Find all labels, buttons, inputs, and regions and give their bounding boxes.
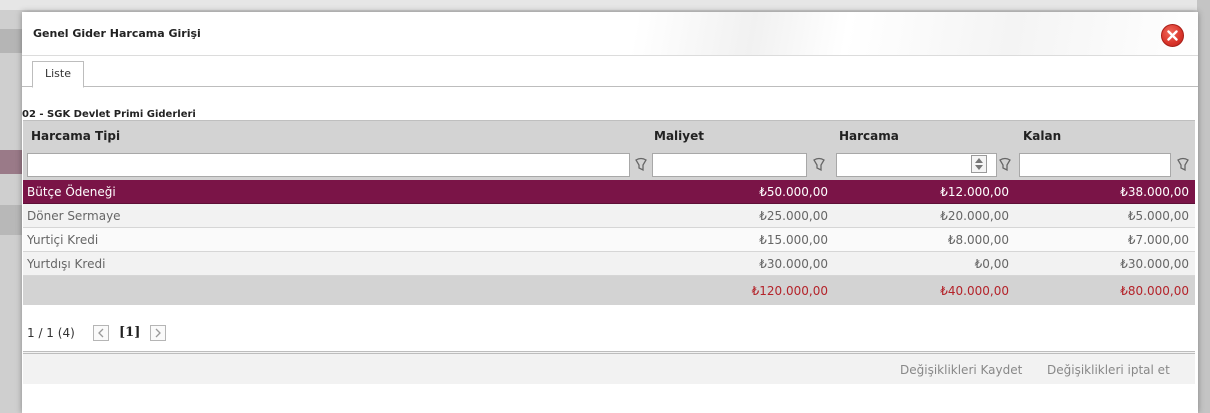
cell-harcama-tipi: Döner Sermaye <box>27 209 121 223</box>
cell-harcama: ₺0,00 <box>974 257 1009 271</box>
spinner-icon[interactable] <box>971 155 987 173</box>
cell-kalan: ₺7.000,00 <box>1127 233 1189 247</box>
section-title: 02 - SGK Devlet Primi Giderleri <box>22 109 196 120</box>
table-row[interactable]: Bütçe Ödeneği ₺50.000,00 ₺12.000,00 ₺38.… <box>23 180 1195 204</box>
tab-liste[interactable]: Liste <box>32 61 84 88</box>
cell-kalan: ₺38.000,00 <box>1120 185 1189 199</box>
filter-icon[interactable] <box>1176 157 1190 173</box>
dialog-footer: Değişiklikleri Kaydet Değişiklikleri ipt… <box>23 351 1195 384</box>
next-page-button[interactable] <box>150 325 166 341</box>
cell-kalan: ₺5.000,00 <box>1127 209 1189 223</box>
chevron-right-icon <box>155 328 161 338</box>
dialog-title: Genel Gider Harcama Girişi <box>33 27 201 40</box>
table-row[interactable]: Yurtiçi Kredi ₺15.000,00 ₺8.000,00 ₺7.00… <box>23 228 1195 252</box>
backdrop-edge <box>1197 0 1210 413</box>
table-row[interactable]: Yurtdışı Kredi ₺30.000,00 ₺0,00 ₺30.000,… <box>23 252 1195 276</box>
column-header-harcama[interactable]: Harcama <box>839 129 899 143</box>
save-changes-button[interactable]: Değişiklikleri Kaydet <box>900 363 1022 377</box>
table-row[interactable]: Döner Sermaye ₺25.000,00 ₺20.000,00 ₺5.0… <box>23 204 1195 228</box>
column-header-kalan[interactable]: Kalan <box>1023 129 1061 143</box>
tab-bar: Liste <box>22 56 1198 88</box>
cell-maliyet: ₺15.000,00 <box>759 233 828 247</box>
filter-input-kalan[interactable] <box>1019 153 1171 177</box>
cancel-changes-button[interactable]: Değişiklikleri iptal et <box>1047 363 1170 377</box>
cell-harcama: ₺20.000,00 <box>940 209 1009 223</box>
backdrop-topbar <box>0 0 1210 10</box>
pager: 1 / 1 (4) [1] <box>22 317 1194 351</box>
cell-harcama-tipi: Yurtiçi Kredi <box>27 233 99 247</box>
cell-harcama-tipi: Bütçe Ödeneği <box>27 185 116 199</box>
expense-entry-dialog: Genel Gider Harcama Girişi Liste 02 - SG… <box>22 12 1198 413</box>
cell-kalan: ₺30.000,00 <box>1120 257 1189 271</box>
pager-info: 1 / 1 (4) <box>27 326 75 340</box>
filter-icon[interactable] <box>812 157 826 173</box>
column-header-maliyet[interactable]: Maliyet <box>654 129 704 143</box>
total-harcama: ₺40.000,00 <box>940 284 1009 298</box>
filter-input-maliyet[interactable] <box>652 153 807 177</box>
chevron-left-icon <box>98 328 104 338</box>
total-maliyet: ₺120.000,00 <box>751 284 828 298</box>
cell-maliyet: ₺50.000,00 <box>759 185 828 199</box>
column-header-harcama-tipi[interactable]: Harcama Tipi <box>31 129 120 143</box>
close-icon <box>1167 30 1178 41</box>
grid-header: Harcama Tipi Maliyet Harcama Kalan <box>23 120 1195 150</box>
prev-page-button[interactable] <box>93 325 109 341</box>
totals-row: ₺120.000,00 ₺40.000,00 ₺80.000,00 <box>23 276 1195 305</box>
cell-harcama-tipi: Yurtdışı Kredi <box>27 257 106 271</box>
filter-icon[interactable] <box>634 157 648 173</box>
filter-row <box>23 150 1195 180</box>
dialog-header: Genel Gider Harcama Girişi <box>22 12 1198 56</box>
filter-icon[interactable] <box>998 157 1012 173</box>
total-kalan: ₺80.000,00 <box>1120 284 1189 298</box>
cell-maliyet: ₺30.000,00 <box>759 257 828 271</box>
cell-harcama: ₺8.000,00 <box>947 233 1009 247</box>
cell-harcama: ₺12.000,00 <box>940 185 1009 199</box>
page-number[interactable]: [1] <box>119 325 140 340</box>
cell-maliyet: ₺25.000,00 <box>759 209 828 223</box>
filter-input-harcama-tipi[interactable] <box>27 153 630 177</box>
close-button[interactable] <box>1161 24 1184 47</box>
expense-grid: Harcama Tipi Maliyet Harcama Kalan Bütçe… <box>23 120 1195 305</box>
